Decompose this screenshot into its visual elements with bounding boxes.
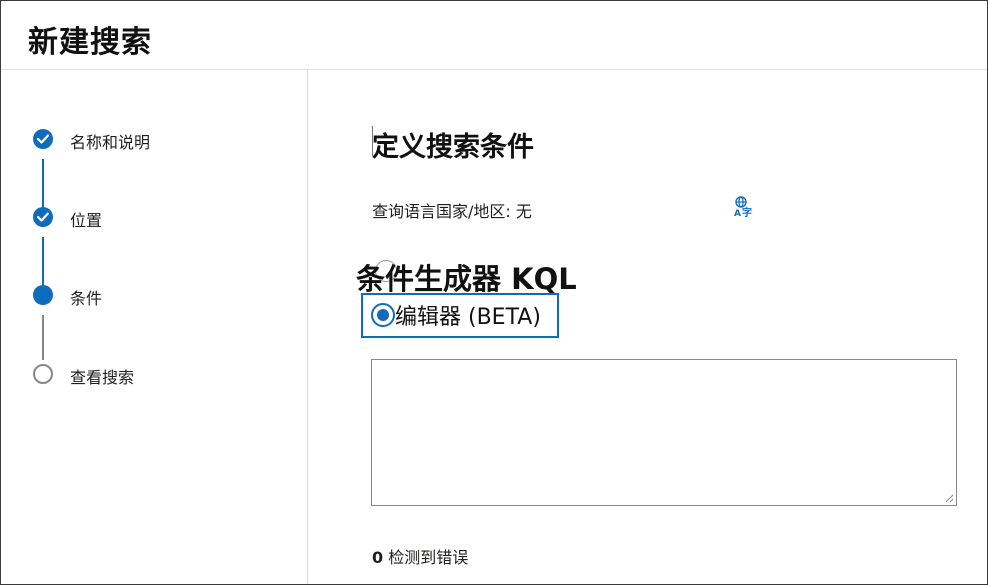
current-step-icon	[33, 285, 53, 305]
conditions-panel: 定义搜索条件 查询语言国家/地区: 无 A 字 条件生成器 KQL 编辑器 (B…	[308, 70, 987, 584]
error-count-text: 检测到错误	[388, 548, 469, 567]
checkmark-icon	[33, 129, 53, 149]
new-search-page: 新建搜索 名称和说明 位置 条件 查看搜索 定义搜索条件 查询语言国家/地区: …	[0, 0, 988, 585]
error-count-number: 0	[372, 548, 384, 567]
section-title: 定义搜索条件	[372, 132, 534, 163]
kql-query-input[interactable]	[371, 359, 957, 506]
step-label: 位置	[70, 211, 103, 230]
translate-icon[interactable]: A 字	[733, 195, 757, 219]
svg-text:字: 字	[742, 206, 752, 219]
editor-beta-label: 编辑器 (BETA)	[395, 305, 541, 330]
editor-beta-radio[interactable]: 编辑器 (BETA)	[361, 293, 559, 338]
page-header: 新建搜索	[1, 1, 987, 70]
condition-builder-heading: 条件生成器 KQL	[356, 262, 577, 296]
radio-selected-icon	[371, 303, 395, 327]
step-label: 查看搜索	[70, 368, 135, 387]
resize-grip-icon[interactable]	[944, 493, 954, 503]
page-title: 新建搜索	[28, 25, 152, 60]
wizard-steps-sidebar: 名称和说明 位置 条件 查看搜索	[1, 70, 308, 584]
query-language-text: 查询语言国家/地区: 无	[372, 202, 532, 221]
svg-text:A: A	[734, 209, 741, 219]
step-connector	[42, 315, 44, 360]
radio-dot	[377, 309, 389, 321]
pending-step-icon	[33, 364, 53, 384]
checkmark-icon	[33, 207, 53, 227]
step-label: 名称和说明	[70, 133, 151, 152]
step-label: 条件	[70, 289, 103, 308]
error-count-status: 0 检测到错误	[372, 544, 468, 568]
